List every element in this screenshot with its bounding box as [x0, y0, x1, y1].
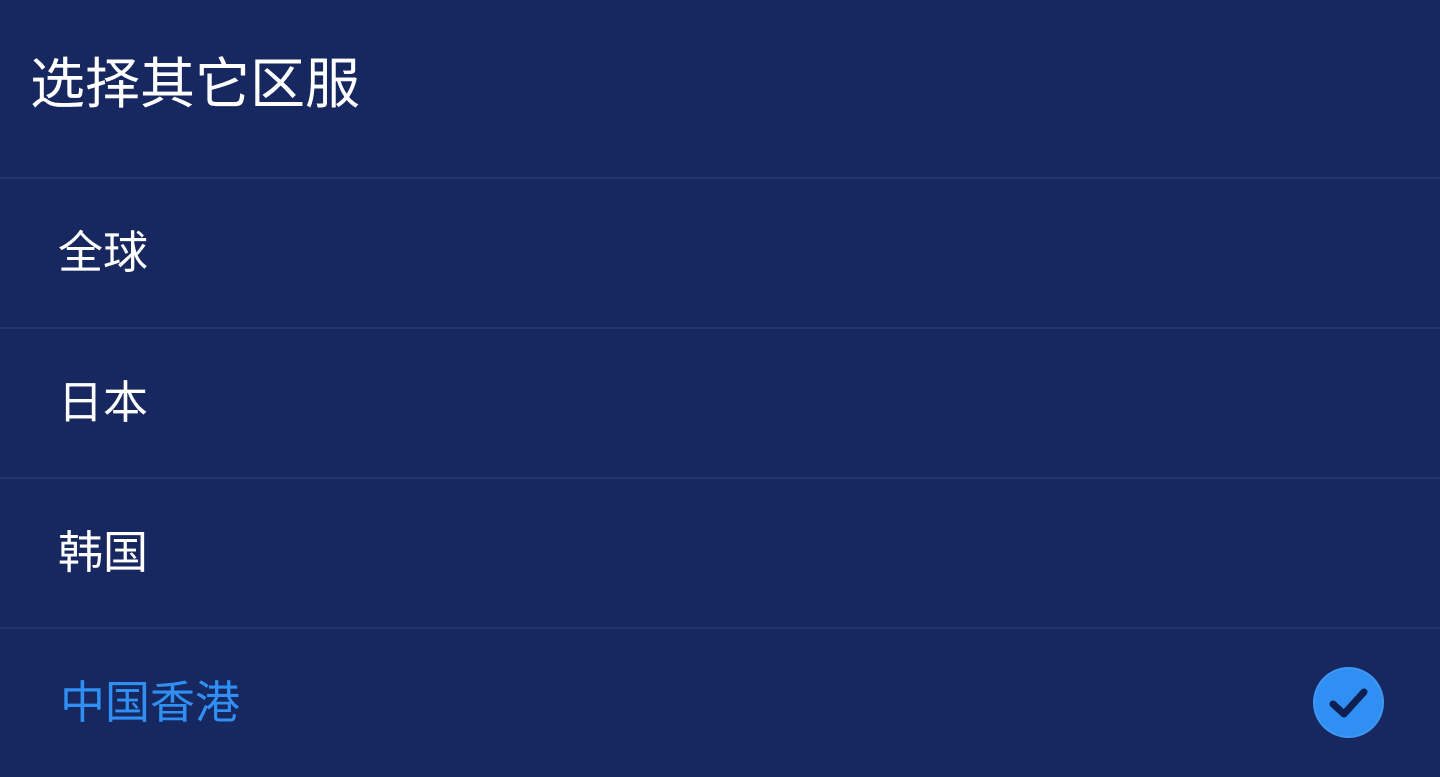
- region-option-korea[interactable]: 韩国: [0, 479, 1440, 627]
- check-circle-icon: [1313, 667, 1384, 738]
- panel-title: 选择其它区服: [30, 52, 361, 116]
- region-option-global[interactable]: 全球: [0, 179, 1440, 327]
- region-option-label: 中国香港: [60, 676, 241, 729]
- panel-header: 选择其它区服: [0, 0, 1440, 178]
- region-option-hong-kong[interactable]: 中国香港: [0, 629, 1440, 777]
- region-option-japan[interactable]: 日本: [0, 329, 1440, 477]
- region-option-label: 韩国: [58, 526, 149, 579]
- region-option-label: 全球: [58, 226, 149, 279]
- region-option-label: 日本: [58, 376, 149, 429]
- region-select-panel: 选择其它区服 全球 日本 韩国 中国香港: [0, 0, 1440, 777]
